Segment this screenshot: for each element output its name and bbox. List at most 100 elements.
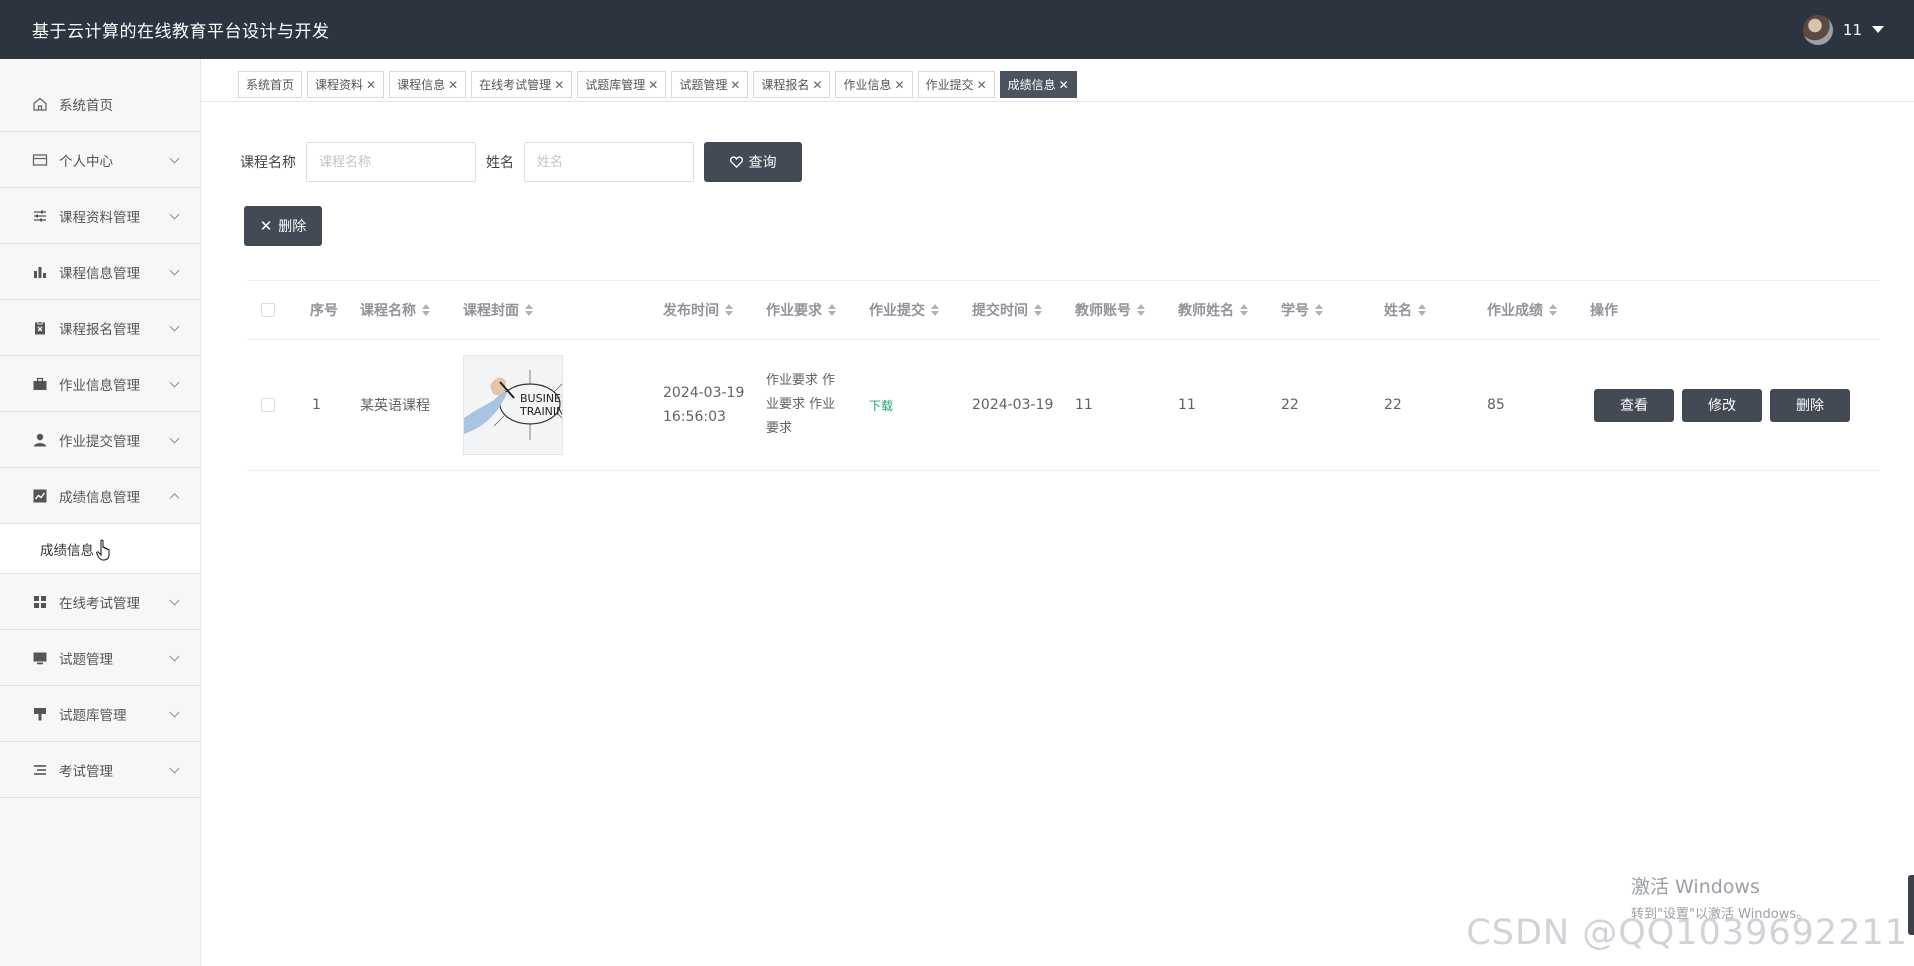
chevron-down-icon	[169, 209, 180, 220]
scrollbar[interactable]	[1908, 875, 1914, 935]
sortable-header[interactable]: 作业提交	[869, 281, 939, 339]
tab-homework-submission[interactable]: 作业提交 ✕	[917, 71, 995, 98]
sidebar-item-label: 在线考试管理	[59, 595, 140, 612]
teacher-name: 11	[1178, 397, 1196, 413]
sidebar-item-exams[interactable]: 考试管理	[0, 742, 200, 798]
sort-icon[interactable]	[931, 304, 939, 316]
tab-questions[interactable]: 试题管理 ✕	[671, 71, 749, 98]
student-name-input[interactable]	[524, 142, 694, 182]
column-header: 教师姓名	[1178, 303, 1234, 319]
sort-icon[interactable]	[1034, 304, 1042, 316]
monitor-icon	[31, 649, 49, 667]
close-icon[interactable]: ✕	[366, 78, 376, 92]
sort-icon[interactable]	[725, 304, 733, 316]
tab-label: 课程报名	[761, 78, 810, 92]
trend-chart-icon	[31, 487, 49, 505]
close-icon[interactable]: ✕	[448, 78, 458, 92]
course-name: 某英语课程	[360, 398, 430, 414]
column-header: 操作	[1590, 303, 1618, 319]
course-name-input[interactable]	[306, 142, 476, 182]
caret-down-icon[interactable]	[1872, 26, 1884, 33]
close-icon[interactable]: ✕	[554, 78, 564, 92]
username[interactable]: 11	[1843, 21, 1862, 39]
sidebar-item-homework-info[interactable]: 作业信息管理	[0, 356, 200, 412]
row-checkbox[interactable]	[261, 398, 275, 412]
sidebar-item-home[interactable]: 系统首页	[0, 76, 200, 132]
sidebar-subitem-grade-info[interactable]: 成绩信息	[0, 524, 200, 574]
sort-icon[interactable]	[422, 304, 430, 316]
sortable-header[interactable]: 教师姓名	[1178, 281, 1248, 339]
sortable-header[interactable]: 发布时间	[663, 281, 733, 339]
sortable-header[interactable]: 教师账号	[1075, 281, 1145, 339]
chevron-down-icon	[169, 651, 180, 662]
grid-icon	[31, 593, 49, 611]
user-icon	[31, 431, 49, 449]
chevron-down-icon	[169, 595, 180, 606]
chevron-down-icon	[169, 153, 180, 164]
sort-icon[interactable]	[1137, 304, 1145, 316]
table-header: 序号 课程名称 课程封面 发布时间 作业要求 作业提交 提交时间 教师账号 教师…	[247, 281, 1880, 340]
sortable-header[interactable]: 作业要求	[766, 281, 836, 339]
chevron-down-icon	[169, 321, 180, 332]
sidebar-item-course-info[interactable]: 课程信息管理	[0, 244, 200, 300]
tab-enrollment[interactable]: 课程报名 ✕	[753, 71, 831, 98]
sidebar-item-label: 系统首页	[59, 97, 113, 114]
sidebar-item-course-materials[interactable]: 课程资料管理	[0, 188, 200, 244]
view-button[interactable]: 查看	[1594, 388, 1674, 422]
tab-question-bank[interactable]: 试题库管理 ✕	[577, 71, 667, 98]
sort-icon[interactable]	[1240, 304, 1248, 316]
sortable-header[interactable]: 课程名称	[360, 281, 430, 339]
sidebar-item-course-enrollment[interactable]: 课程报名管理	[0, 300, 200, 356]
sidebar-item-grades[interactable]: 成绩信息管理	[0, 468, 200, 524]
sortable-header[interactable]: 姓名	[1384, 281, 1426, 339]
user-menu[interactable]: 11	[1802, 14, 1884, 45]
sort-icon[interactable]	[1418, 304, 1426, 316]
csdn-watermark: CSDN @QQ1039692211	[1466, 913, 1908, 953]
sortable-header[interactable]: 提交时间	[972, 281, 1042, 339]
sidebar-item-questions[interactable]: 试题管理	[0, 630, 200, 686]
watermark-line: 激活 Windows	[1631, 876, 1760, 898]
batch-delete-button[interactable]: ✕ 删除	[244, 206, 322, 246]
card-icon	[31, 151, 49, 169]
delete-row-button[interactable]: 删除	[1770, 388, 1850, 422]
sidebar-item-online-exam[interactable]: 在线考试管理	[0, 574, 200, 630]
close-icon[interactable]: ✕	[977, 78, 987, 92]
heart-icon	[729, 156, 743, 168]
sort-icon[interactable]	[1549, 304, 1557, 316]
sort-icon[interactable]	[1315, 304, 1323, 316]
query-button[interactable]: 查询	[704, 142, 802, 182]
requirement-line: 要求	[766, 421, 793, 436]
edit-button[interactable]: 修改	[1682, 388, 1762, 422]
tab-homework-info[interactable]: 作业信息 ✕	[835, 71, 913, 98]
close-icon[interactable]: ✕	[648, 78, 658, 92]
close-icon[interactable]: ✕	[895, 78, 905, 92]
sortable-header[interactable]: 作业成绩	[1487, 281, 1557, 339]
close-icon[interactable]: ✕	[812, 78, 822, 92]
student-number: 22	[1281, 397, 1299, 413]
tab-online-exam[interactable]: 在线考试管理 ✕	[471, 71, 573, 98]
tab-home[interactable]: 系统首页	[238, 71, 303, 98]
sidebar-item-label: 考试管理	[59, 763, 113, 780]
select-all-checkbox[interactable]	[261, 303, 275, 317]
download-link[interactable]: 下载	[869, 397, 893, 414]
tab-label: 作业提交	[925, 78, 974, 92]
tab-course-info[interactable]: 课程信息 ✕	[389, 71, 467, 98]
tab-label: 试题管理	[679, 78, 728, 92]
delete-button-label: 删除	[278, 219, 307, 235]
tab-label: 试题库管理	[585, 78, 646, 92]
sortable-header[interactable]: 课程封面	[463, 281, 533, 339]
close-icon[interactable]: ✕	[1059, 78, 1069, 92]
column-header: 提交时间	[972, 303, 1028, 319]
sort-icon[interactable]	[525, 304, 533, 316]
tab-course-materials[interactable]: 课程资料 ✕	[307, 71, 385, 98]
avatar[interactable]	[1802, 14, 1833, 45]
student-name-label: 姓名	[486, 155, 514, 171]
sidebar-item-profile[interactable]: 个人中心	[0, 132, 200, 188]
sidebar-item-homework-submission[interactable]: 作业提交管理	[0, 412, 200, 468]
column-header: 学号	[1281, 303, 1309, 319]
sort-icon[interactable]	[828, 304, 836, 316]
tab-grade-info[interactable]: 成绩信息 ✕	[999, 71, 1077, 98]
sortable-header[interactable]: 学号	[1281, 281, 1323, 339]
close-icon[interactable]: ✕	[730, 78, 740, 92]
sidebar-item-question-bank[interactable]: 试题库管理	[0, 686, 200, 742]
